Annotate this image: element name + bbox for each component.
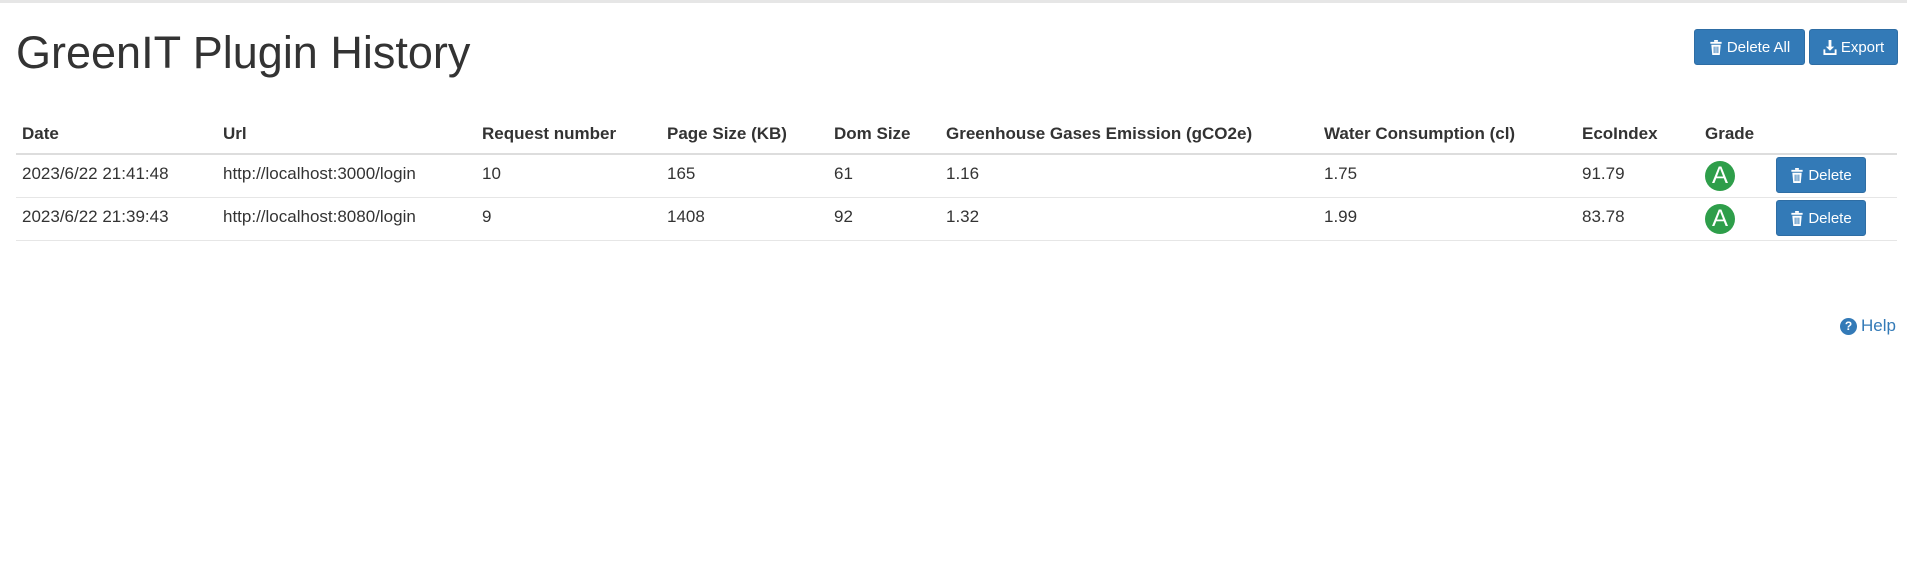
column-header-water: Water Consumption (cl) (1318, 114, 1576, 155)
help-label: Help (1861, 316, 1896, 335)
cell-grade: A (1699, 197, 1770, 241)
delete-all-button[interactable]: Delete All (1694, 29, 1805, 65)
cell-ecoindex: 91.79 (1576, 154, 1699, 198)
cell-url: http://localhost:3000/login (217, 154, 476, 198)
question-circle-icon: ? (1840, 317, 1857, 335)
column-header-url: Url (217, 114, 476, 155)
row-actions: Delete (1776, 155, 1891, 197)
trash-icon (1710, 39, 1722, 55)
column-header-date: Date (16, 114, 217, 155)
trash-icon (1791, 210, 1803, 226)
column-header-page-size: Page Size (KB) (661, 114, 828, 155)
cell-date: 2023/6/22 21:41:48 (16, 154, 217, 198)
cell-ghg: 1.16 (940, 154, 1318, 198)
history-table: Date Url Request number Page Size (KB) D… (16, 114, 1897, 241)
delete-row-label: Delete (1808, 209, 1852, 227)
cell-dom-size: 61 (828, 154, 940, 198)
column-header-ghg: Greenhouse Gases Emission (gCO2e) (940, 114, 1318, 155)
export-button[interactable]: Export (1809, 29, 1898, 65)
cell-ecoindex: 83.78 (1576, 197, 1699, 241)
delete-all-label: Delete All (1726, 38, 1791, 56)
download-icon (1823, 39, 1837, 55)
table-row: 2023/6/22 21:39:43 http://localhost:8080… (16, 197, 1897, 241)
row-actions: Delete (1776, 198, 1891, 240)
column-header-dom-size: Dom Size (828, 114, 940, 155)
cell-actions: Delete (1770, 154, 1897, 198)
column-header-ecoindex: EcoIndex (1576, 114, 1699, 155)
cell-actions: Delete (1770, 197, 1897, 241)
cell-water: 1.75 (1318, 154, 1576, 198)
cell-date: 2023/6/22 21:39:43 (16, 197, 217, 241)
column-header-grade: Grade (1699, 114, 1770, 155)
delete-row-label: Delete (1808, 166, 1852, 184)
column-header-actions (1770, 114, 1897, 155)
table-header-row: Date Url Request number Page Size (KB) D… (16, 114, 1897, 155)
cell-url: http://localhost:8080/login (217, 197, 476, 241)
cell-page-size: 165 (661, 154, 828, 198)
top-border (0, 0, 1907, 3)
cell-ghg: 1.32 (940, 197, 1318, 241)
grade-badge: A (1705, 204, 1735, 234)
cell-requests: 9 (476, 197, 661, 241)
cell-dom-size: 92 (828, 197, 940, 241)
help-link[interactable]: ? Help (1840, 316, 1896, 336)
cell-water: 1.99 (1318, 197, 1576, 241)
trash-icon (1791, 167, 1803, 183)
grade-badge: A (1705, 161, 1735, 191)
cell-requests: 10 (476, 154, 661, 198)
column-header-request-number: Request number (476, 114, 661, 155)
export-label: Export (1840, 38, 1885, 56)
delete-row-button[interactable]: Delete (1776, 157, 1866, 193)
cell-page-size: 1408 (661, 197, 828, 241)
page-title: GreenIT Plugin History (16, 27, 471, 78)
cell-grade: A (1699, 154, 1770, 198)
delete-row-button[interactable]: Delete (1776, 200, 1866, 236)
table-row: 2023/6/22 21:41:48 http://localhost:3000… (16, 154, 1897, 198)
